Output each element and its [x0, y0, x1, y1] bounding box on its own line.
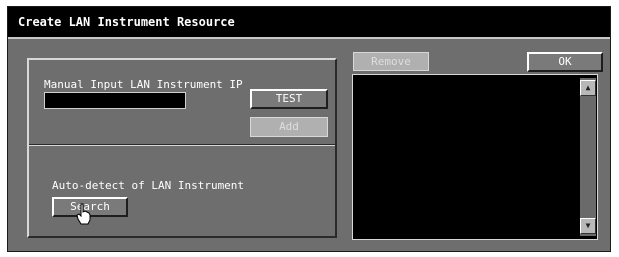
- list-scrollbar[interactable]: [580, 78, 596, 236]
- scroll-up-icon[interactable]: ▲: [580, 80, 596, 96]
- test-button[interactable]: TEST: [250, 89, 328, 109]
- ok-button[interactable]: OK: [527, 52, 603, 72]
- hand-pointer-icon: [76, 203, 91, 225]
- ip-input[interactable]: [44, 92, 186, 109]
- scroll-down-icon[interactable]: ▼: [580, 218, 596, 234]
- remove-button[interactable]: Remove: [353, 52, 429, 71]
- auto-detect-label: Auto-detect of LAN Instrument: [52, 179, 245, 192]
- dialog-title: Create LAN Instrument Resource: [8, 7, 610, 37]
- manual-ip-label: Manual Input LAN Instrument IP: [44, 78, 243, 91]
- panel-divider-highlight: [29, 145, 335, 146]
- add-button[interactable]: Add: [250, 117, 328, 137]
- instrument-list[interactable]: [352, 74, 598, 240]
- title-separator: [8, 37, 610, 39]
